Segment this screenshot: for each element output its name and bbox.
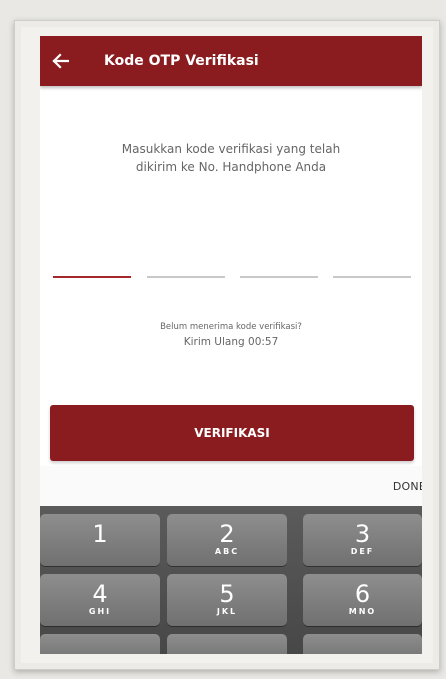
- otp-digit-4[interactable]: [333, 276, 411, 278]
- key-3[interactable]: 3 DEF: [303, 514, 422, 566]
- key-4[interactable]: 4 GHI: [40, 574, 160, 626]
- key-letters: JKL: [216, 607, 238, 616]
- otp-digit-2[interactable]: [147, 276, 225, 278]
- resend-link[interactable]: Kirim Ulang 00:57: [40, 335, 422, 350]
- key-letters: DEF: [350, 547, 375, 556]
- back-button[interactable]: [40, 36, 80, 86]
- verify-button[interactable]: VERIFIKASI: [50, 405, 414, 461]
- key-letters: ABC: [214, 547, 240, 556]
- verify-button-label: VERIFIKASI: [194, 426, 270, 440]
- otp-digit-3[interactable]: [240, 276, 318, 278]
- key-letters: MNO: [348, 607, 377, 616]
- key-9[interactable]: [303, 634, 422, 654]
- key-number: 4: [92, 580, 108, 608]
- resend-question: Belum menerima kode verifikasi?: [160, 322, 302, 332]
- key-1[interactable]: 1: [40, 514, 160, 566]
- keyboard-toolbar: DONE: [40, 466, 422, 506]
- numeric-keyboard: 1 2 ABC 3 DEF 4 GHI 5 JKL 6 MNO: [40, 506, 422, 654]
- key-8[interactable]: [167, 634, 287, 654]
- key-number: 5: [219, 580, 235, 608]
- key-letters: GHI: [88, 607, 112, 616]
- key-number: 1: [92, 520, 108, 548]
- instruction-line-1: Masukkan kode verifikasi yang telah: [121, 142, 341, 156]
- key-6[interactable]: 6 MNO: [303, 574, 422, 626]
- resend-section: Belum menerima kode verifikasi? Kirim Ul…: [40, 320, 422, 350]
- arrow-left-icon: [52, 53, 69, 69]
- key-number: 2: [219, 520, 235, 548]
- key-7[interactable]: [40, 634, 160, 654]
- phone-screen: Kode OTP Verifikasi Masukkan kode verifi…: [40, 36, 422, 654]
- instruction-text: Masukkan kode verifikasi yang telah diki…: [40, 140, 422, 176]
- page-title: Kode OTP Verifikasi: [104, 53, 259, 69]
- otp-digit-1[interactable]: [53, 276, 131, 278]
- key-2[interactable]: 2 ABC: [167, 514, 287, 566]
- instruction-line-2: dikirim ke No. Handphone Anda: [135, 160, 327, 174]
- key-5[interactable]: 5 JKL: [167, 574, 287, 626]
- key-number: 3: [354, 520, 371, 548]
- resend-label: Kirim Ulang: [183, 336, 245, 348]
- key-number: 6: [354, 580, 371, 608]
- app-bar: Kode OTP Verifikasi: [40, 36, 422, 86]
- done-button[interactable]: DONE: [393, 480, 422, 493]
- resend-timer: 00:57: [248, 336, 279, 348]
